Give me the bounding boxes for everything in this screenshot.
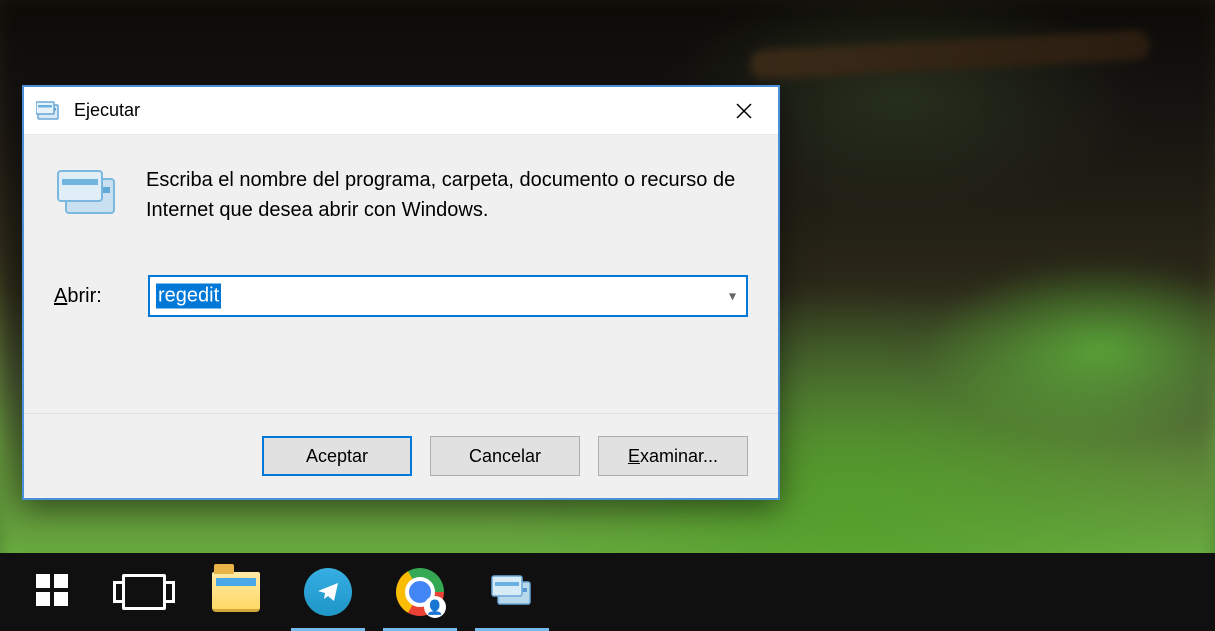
file-explorer-icon <box>212 572 260 612</box>
close-button[interactable] <box>721 95 766 127</box>
windows-start-icon <box>34 572 70 613</box>
run-large-icon <box>54 165 122 221</box>
task-view-icon <box>122 574 166 610</box>
run-dialog-icon <box>36 100 62 122</box>
accept-button[interactable]: Aceptar <box>262 436 412 476</box>
file-explorer-taskbar[interactable] <box>190 553 282 631</box>
open-input[interactable] <box>148 275 748 317</box>
task-view-button[interactable] <box>98 553 190 631</box>
run-taskbar[interactable] <box>466 553 558 631</box>
close-icon <box>736 103 752 119</box>
chrome-icon: 👤 <box>396 568 444 616</box>
run-taskbar-icon <box>488 572 536 612</box>
chrome-taskbar[interactable]: 👤 <box>374 553 466 631</box>
start-button[interactable] <box>6 553 98 631</box>
telegram-taskbar[interactable] <box>282 553 374 631</box>
titlebar[interactable]: Ejecutar <box>24 87 778 135</box>
telegram-icon <box>304 568 352 616</box>
browse-button[interactable]: Examinar... <box>598 436 748 476</box>
open-label: Abrir: <box>54 285 124 308</box>
dialog-title: Ejecutar <box>74 100 721 121</box>
open-combobox[interactable]: regedit ▾ <box>148 275 748 317</box>
chrome-profile-badge: 👤 <box>424 596 446 618</box>
cancel-button[interactable]: Cancelar <box>430 436 580 476</box>
instruction-text: Escriba el nombre del programa, carpeta,… <box>146 165 748 225</box>
dialog-body: Escriba el nombre del programa, carpeta,… <box>24 135 778 413</box>
run-dialog: Ejecutar Escriba el nombre del programa,… <box>22 85 780 500</box>
taskbar: 👤 <box>0 553 1215 631</box>
dialog-button-row: Aceptar Cancelar Examinar... <box>24 413 778 498</box>
